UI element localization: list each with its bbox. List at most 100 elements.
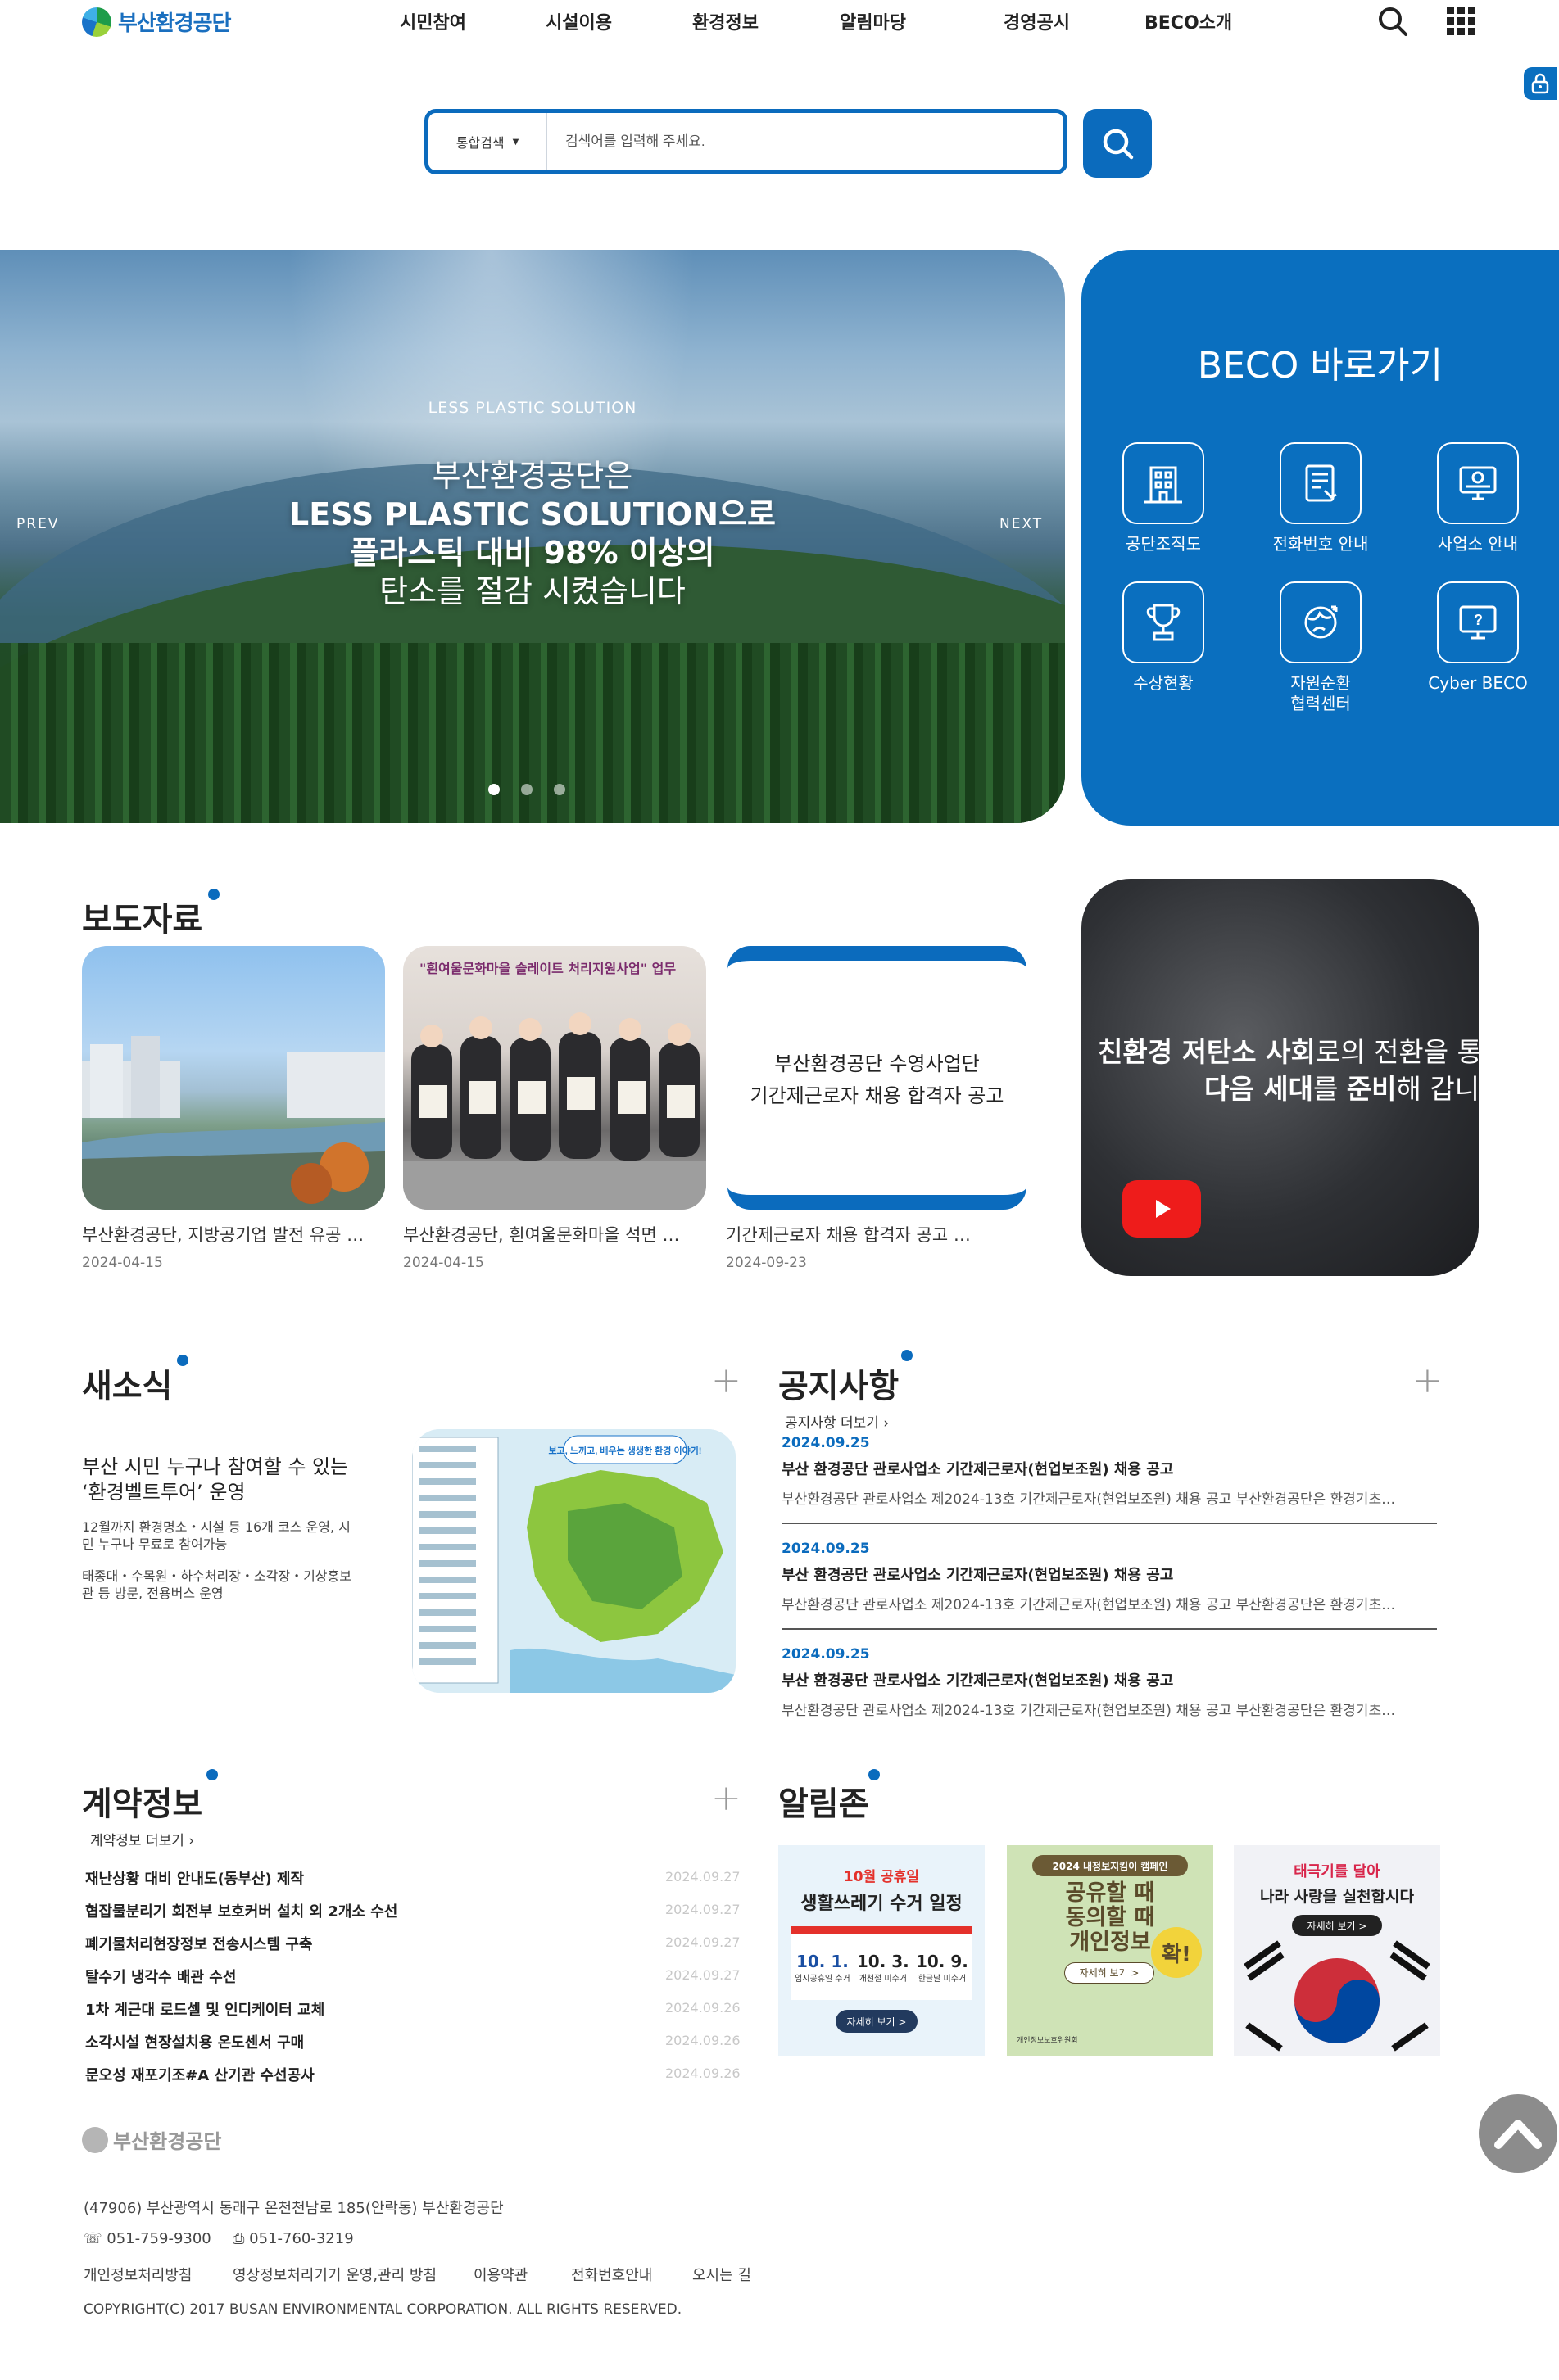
hero-dot-1[interactable] bbox=[488, 784, 500, 795]
video-caption-bold: 준비 bbox=[1346, 1073, 1397, 1105]
contract-item-title[interactable]: 문오성 재포기조#A 산기관 수선공사 bbox=[85, 2064, 315, 2085]
footer-link-terms[interactable]: 이용약관 bbox=[474, 2264, 528, 2285]
video-caption-line-1: 친환경 저탄소 사회로의 전환을 통해 bbox=[1098, 1030, 1479, 1070]
search-scope-label: 통합검색 bbox=[455, 135, 505, 151]
quick-link-recycle-center[interactable]: 자원순환 협력센터 bbox=[1239, 581, 1403, 714]
section-dot bbox=[208, 889, 220, 900]
quick-link-offices[interactable]: 사업소 안내 bbox=[1396, 442, 1559, 554]
hero-prev-button[interactable]: PREV bbox=[16, 516, 60, 536]
banner-line: 공유할 때 bbox=[1065, 1880, 1155, 1906]
nav-item-facility[interactable]: 시설이용 bbox=[546, 8, 612, 34]
video-caption-bold: 친환경 저탄소 사회 bbox=[1098, 1036, 1316, 1068]
alarm-banner-2[interactable]: 2024 내정보지킴이 캠페인 공유할 때 동의할 때 개인정보 확! 자세히 … bbox=[1007, 1845, 1213, 2056]
lock-icon[interactable] bbox=[1524, 67, 1557, 100]
press-card-caption-2[interactable]: 부산환경공단, 흰여울문화마을 석면 … bbox=[403, 1222, 706, 1247]
banner-date-note: 개천절 미수거 bbox=[859, 1974, 908, 1984]
youtube-play-icon[interactable] bbox=[1122, 1180, 1201, 1238]
press-card-date-3: 2024-09-23 bbox=[726, 1255, 807, 1271]
hero-dot-2[interactable] bbox=[521, 784, 533, 795]
quick-link-cyber-beco[interactable]: ? Cyber BECO bbox=[1396, 581, 1559, 694]
press-card-image-2[interactable]: "흰여울문화마을 슬레이트 처리지원사업" 업무 bbox=[403, 946, 706, 1210]
footer-link-cctv[interactable]: 영상정보처리기기 운영,관리 방침 bbox=[233, 2264, 437, 2285]
press-card-image-3[interactable]: 부산환경공단 수영사업단 기간제근로자 채용 합격자 공고 bbox=[727, 946, 1026, 1210]
quick-link-label: 공단조직도 bbox=[1126, 534, 1201, 554]
news-headline[interactable]: 부산 시민 누구나 참여할 수 있는 ‘환경벨트투어’ 운영 bbox=[82, 1455, 360, 1505]
contract-item-date: 2024.09.26 bbox=[665, 2066, 741, 2081]
contract-more-plus-icon[interactable]: + bbox=[711, 1777, 741, 1819]
news-section-title: 새소식 bbox=[82, 1368, 173, 1405]
search-icon[interactable] bbox=[1376, 5, 1409, 41]
contract-item-title[interactable]: 폐기물처리현장정보 전송시스템 구축 bbox=[85, 1933, 313, 1954]
contract-more-link[interactable]: 계약정보 더보기 › bbox=[90, 1829, 194, 1849]
press-card-date-2: 2024-04-15 bbox=[403, 1255, 484, 1271]
alarm-banner-1[interactable]: 10월 공휴일 생활쓰레기 수거 일정 10. 1. 임시공휴일 수거 10. 3… bbox=[778, 1845, 985, 2056]
alarm-banner-3[interactable]: 태극기를 달아 나라 사랑을 실천합시다 자세히 보기 > bbox=[1234, 1845, 1440, 2056]
scroll-to-top-button[interactable] bbox=[1479, 2094, 1557, 2173]
banner-more-button[interactable]: 자세히 보기 > bbox=[836, 2010, 918, 2033]
press-card-caption-1[interactable]: 부산환경공단, 지방공기업 발전 유공 … bbox=[82, 1222, 385, 1247]
hero-subtitle: LESS PLASTIC SOLUTION bbox=[428, 399, 637, 417]
search-scope-select[interactable]: 통합검색 ▼ bbox=[428, 113, 547, 170]
nav-item-notice[interactable]: 알림마당 bbox=[840, 8, 906, 34]
quick-link-label: 사업소 안내 bbox=[1437, 534, 1519, 554]
chevron-up-icon bbox=[1494, 2120, 1542, 2149]
banner-top: 2024 내정보지킴이 캠페인 bbox=[1032, 1855, 1188, 1876]
hero-slider: LESS PLASTIC SOLUTION 부산환경공단은 LESS PLAST… bbox=[0, 250, 1065, 823]
nav-item-environment[interactable]: 환경정보 bbox=[692, 8, 759, 34]
banner-more-button[interactable]: 자세히 보기 > bbox=[1064, 1961, 1154, 1984]
quick-link-org-chart[interactable]: 공단조직도 bbox=[1081, 442, 1245, 554]
grid-menu-icon[interactable] bbox=[1445, 5, 1478, 41]
contract-item-date: 2024.09.27 bbox=[665, 1967, 741, 1983]
notice-divider bbox=[782, 1628, 1437, 1630]
notice-more-plus-icon[interactable]: + bbox=[1412, 1360, 1443, 1401]
footer-fax: ⎙ 051-760-3219 bbox=[233, 2230, 354, 2247]
news-map-image[interactable]: 보고, 느끼고, 배우는 생생한 환경 이야기! bbox=[412, 1429, 736, 1693]
press-card-caption-3[interactable]: 기간제근로자 채용 합격자 공고 … bbox=[726, 1222, 1029, 1247]
banner-more-button[interactable]: 자세히 보기 > bbox=[1292, 1915, 1382, 1936]
banner-top: 태극기를 달아 bbox=[1294, 1863, 1380, 1880]
search-input[interactable] bbox=[547, 113, 1063, 170]
monitor-map-icon bbox=[1437, 442, 1519, 524]
notice-more-link[interactable]: 공지사항 더보기 › bbox=[785, 1411, 889, 1432]
hero-next-button[interactable]: NEXT bbox=[999, 516, 1044, 536]
contract-item-title[interactable]: 협잡물분리기 회전부 보호커버 설치 외 2개소 수선 bbox=[85, 1900, 397, 1921]
banner-top: 10월 공휴일 bbox=[843, 1869, 920, 1885]
site-logo[interactable]: 부산환경공단 bbox=[82, 7, 232, 37]
nav-item-citizen[interactable]: 시민참여 bbox=[400, 8, 466, 34]
contract-item-title[interactable]: 소각시설 현장설치용 온도센서 구매 bbox=[85, 2031, 304, 2052]
section-dot bbox=[177, 1355, 188, 1366]
caret-down-icon: ▼ bbox=[512, 137, 519, 147]
footer-link-privacy[interactable]: 개인정보처리방침 bbox=[84, 2264, 192, 2285]
search-button[interactable] bbox=[1083, 109, 1152, 178]
contract-item-title[interactable]: 1차 계근대 로드셀 및 인디케이터 교체 bbox=[85, 1998, 324, 2020]
footer-link-directions[interactable]: 오시는 길 bbox=[692, 2264, 751, 2285]
notice-title[interactable]: 부산 환경공단 관로사업소 기간제근로자(현업보조원) 채용 공고 bbox=[782, 1458, 1173, 1479]
nav-item-beco[interactable]: BECO소개 bbox=[1144, 8, 1232, 34]
taegeukgi-image bbox=[1244, 1940, 1430, 2052]
quick-link-label: 자원순환 협력센터 bbox=[1290, 673, 1351, 713]
quick-link-phone-book[interactable]: 전화번호 안내 bbox=[1239, 442, 1403, 554]
contract-item-date: 2024.09.27 bbox=[665, 1869, 741, 1885]
press-card-text-line-1: 부산환경공단 수영사업단 bbox=[774, 1052, 980, 1075]
hero-line-4: 탄소를 절감 시켰습니다 bbox=[379, 573, 686, 609]
banner-date-note: 한글날 미수거 bbox=[918, 1974, 967, 1984]
video-caption-text: 로의 전환을 통해 bbox=[1315, 1036, 1479, 1068]
quick-link-awards[interactable]: 수상현황 bbox=[1081, 581, 1245, 694]
news-more-plus-icon[interactable]: + bbox=[711, 1360, 741, 1401]
hero-dot-3[interactable] bbox=[554, 784, 565, 795]
footer-link-phone-guide[interactable]: 전화번호안내 bbox=[571, 2264, 652, 2285]
contract-item-title[interactable]: 재난상황 대비 안내도(동부산) 제작 bbox=[85, 1867, 304, 1889]
banner-title: 생활쓰레기 수거 일정 bbox=[800, 1894, 963, 1914]
fax-icon: ⎙ bbox=[233, 2230, 245, 2247]
contract-item-title[interactable]: 탈수기 냉각수 배관 수선 bbox=[85, 1966, 236, 1987]
section-dot bbox=[206, 1769, 218, 1780]
footer-phone: ☏ 051-759-9300 bbox=[84, 2230, 211, 2247]
building-icon bbox=[1122, 442, 1204, 524]
footer-fax-number: 051-760-3219 bbox=[249, 2230, 354, 2247]
phone-icon: ☏ bbox=[84, 2230, 102, 2247]
nav-item-management[interactable]: 경영공시 bbox=[1004, 8, 1070, 34]
notice-title[interactable]: 부산 환경공단 관로사업소 기간제근로자(현업보조원) 채용 공고 bbox=[782, 1669, 1173, 1690]
press-card-image-1[interactable] bbox=[82, 946, 385, 1210]
notice-title[interactable]: 부산 환경공단 관로사업소 기간제근로자(현업보조원) 채용 공고 bbox=[782, 1563, 1173, 1585]
trophy-icon bbox=[1122, 581, 1204, 663]
